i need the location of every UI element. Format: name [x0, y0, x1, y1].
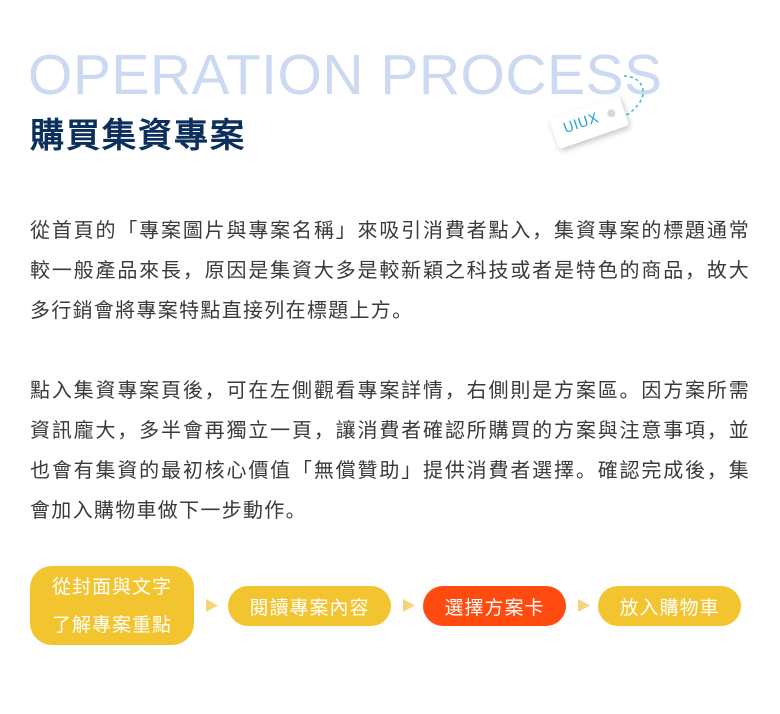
intro-paragraph: 從首頁的「專案圖片與專案名稱」來吸引消費者點入，集資專案的標題通常較一般產品來長…	[30, 218, 750, 322]
flow-step-cover-line-2: 了解專案重點	[51, 613, 172, 636]
flow-step-cover-line-1: 從封面與文字	[51, 575, 172, 598]
triangle-right-icon	[578, 599, 590, 612]
tag-hole-icon	[606, 108, 617, 119]
flow-step-read: 閱讀專案內容	[228, 586, 391, 626]
flow-step-cover: 從封面與文字 了解專案重點	[30, 566, 194, 645]
tag-label: UIUX	[561, 110, 601, 138]
flow-step-add-to-cart: 放入購物車	[598, 586, 741, 626]
triangle-right-icon	[206, 599, 218, 612]
triangle-right-icon	[403, 599, 415, 612]
page-title: 購買集資專案	[30, 116, 246, 156]
flow-step-choose-plan: 選擇方案卡	[423, 586, 566, 626]
page-title-english: OPERATION PROCESS	[28, 43, 663, 107]
detail-paragraph: 點入集資專案頁後，可在左側觀看專案詳情，右側則是方案區。因方案所需資訊龐大，多半…	[30, 378, 750, 522]
